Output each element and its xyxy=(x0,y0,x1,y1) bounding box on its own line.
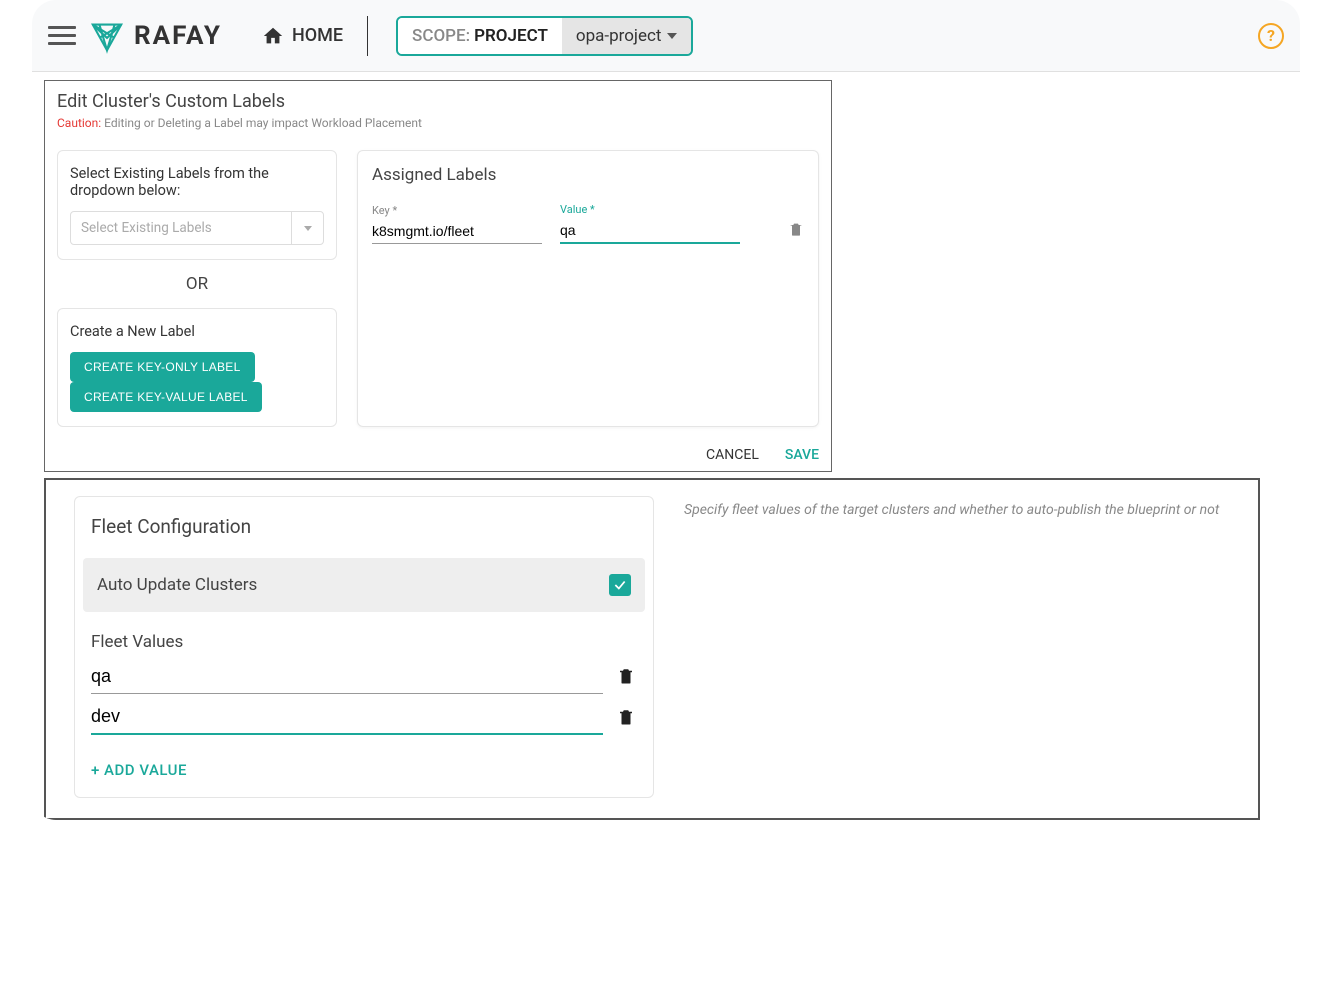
key-input[interactable] xyxy=(372,221,542,244)
scope-value: opa-project xyxy=(576,26,662,46)
chevron-down-icon xyxy=(304,226,312,231)
menu-icon[interactable] xyxy=(48,22,76,50)
cancel-button[interactable]: CANCEL xyxy=(706,447,759,463)
delete-label-button[interactable] xyxy=(788,220,804,238)
fleet-value-row xyxy=(91,662,637,694)
caution-line: Caution: Editing or Deleting a Label may… xyxy=(57,116,819,130)
topbar: RAFAY HOME SCOPE: PROJECT opa-project ? xyxy=(32,0,1300,72)
home-button[interactable]: HOME xyxy=(262,25,343,47)
fleet-value-row xyxy=(91,702,637,735)
select-card-title: Select Existing Labels from the dropdown… xyxy=(70,165,324,199)
panel-title: Edit Cluster's Custom Labels xyxy=(57,91,819,112)
help-icon[interactable]: ? xyxy=(1258,23,1284,49)
caution-label: Caution: xyxy=(57,116,101,130)
fleet-configuration-panel: Fleet Configuration Auto Update Clusters… xyxy=(44,478,1260,820)
fleet-config-card: Fleet Configuration Auto Update Clusters… xyxy=(74,496,654,798)
add-value-button[interactable]: + ADD VALUE xyxy=(75,743,653,797)
edit-labels-panel: Edit Cluster's Custom Labels Caution: Ed… xyxy=(44,80,832,472)
divider xyxy=(367,16,368,56)
create-key-only-button[interactable]: CREATE KEY-ONLY LABEL xyxy=(70,352,255,382)
select-existing-labels-dropdown[interactable]: Select Existing Labels xyxy=(70,211,324,245)
logo-icon xyxy=(88,17,126,55)
delete-value-button[interactable] xyxy=(617,665,637,691)
trash-icon xyxy=(617,665,635,687)
auto-update-row: Auto Update Clusters xyxy=(83,558,645,612)
check-icon xyxy=(613,578,627,592)
auto-update-checkbox[interactable] xyxy=(609,574,631,596)
caret-down-icon xyxy=(667,33,677,39)
panel-actions: CANCEL SAVE xyxy=(57,447,819,463)
scope-type: PROJECT xyxy=(474,26,548,46)
fleet-value-input[interactable] xyxy=(91,662,603,694)
logo[interactable]: RAFAY xyxy=(88,17,222,55)
fleet-title: Fleet Configuration xyxy=(75,497,653,558)
value-field-label: Value * xyxy=(560,203,740,216)
assigned-labels-card: Assigned Labels Key * Value * xyxy=(357,150,819,427)
save-button[interactable]: SAVE xyxy=(785,447,819,463)
fleet-help-text: Specify fleet values of the target clust… xyxy=(684,496,1238,798)
value-input[interactable] xyxy=(560,220,740,244)
create-label-card: Create a New Label CREATE KEY-ONLY LABEL… xyxy=(57,308,337,427)
or-separator: OR xyxy=(57,274,337,294)
trash-icon xyxy=(788,220,804,238)
caution-text: Editing or Deleting a Label may impact W… xyxy=(101,116,422,130)
key-field-label: Key * xyxy=(372,204,542,217)
assigned-labels-title: Assigned Labels xyxy=(372,165,804,185)
select-placeholder: Select Existing Labels xyxy=(81,220,212,236)
scope-project-dropdown[interactable]: opa-project xyxy=(562,18,692,54)
logo-text: RAFAY xyxy=(134,21,222,51)
select-existing-card: Select Existing Labels from the dropdown… xyxy=(57,150,337,260)
scope-left: SCOPE: PROJECT xyxy=(398,18,562,54)
trash-icon xyxy=(617,706,635,728)
auto-update-label: Auto Update Clusters xyxy=(97,575,257,595)
fleet-values-title: Fleet Values xyxy=(75,612,653,662)
create-card-title: Create a New Label xyxy=(70,323,324,340)
fleet-value-input[interactable] xyxy=(91,702,603,735)
label-row: Key * Value * xyxy=(372,203,804,244)
scope-selector: SCOPE: PROJECT opa-project xyxy=(396,16,693,56)
delete-value-button[interactable] xyxy=(617,706,637,732)
scope-label: SCOPE: xyxy=(412,26,470,46)
create-key-value-button[interactable]: CREATE KEY-VALUE LABEL xyxy=(70,382,262,412)
home-label: HOME xyxy=(292,25,343,46)
home-icon xyxy=(262,25,284,47)
